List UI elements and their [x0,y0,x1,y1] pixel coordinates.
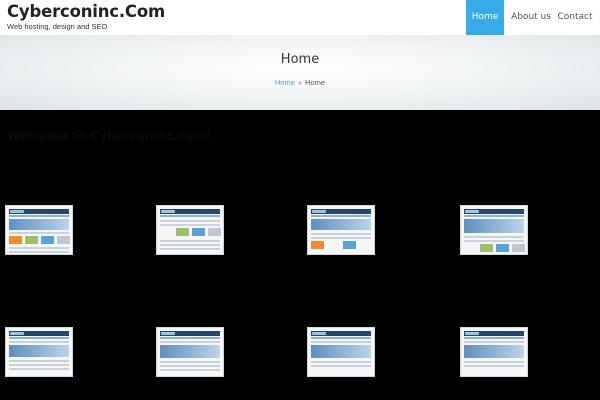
breadcrumb-current: Home [305,78,326,87]
breadcrumb-separator: » [297,78,303,87]
website-screenshot-thumbnail[interactable] [156,205,224,255]
main-content: Welcome to Cyberconinc.com! [0,110,600,400]
breadcrumb-home-link[interactable]: Home [275,78,295,87]
main-nav: Home About us Contact [466,0,600,35]
portfolio-grid [0,110,600,400]
website-screenshot-thumbnail[interactable] [460,205,528,255]
website-screenshot-thumbnail[interactable] [460,327,528,377]
website-screenshot-thumbnail[interactable] [5,327,73,377]
nav-item-about-us[interactable]: About us [506,0,556,35]
website-screenshot-thumbnail[interactable] [307,205,375,255]
portfolio-item [307,327,452,383]
portfolio-item [5,327,150,383]
brand: Cyberconinc.Com Web hosting, design and … [7,2,165,32]
site-header: Cyberconinc.Com Web hosting, design and … [0,0,600,35]
website-screenshot-thumbnail[interactable] [156,327,224,377]
nav-item-contact[interactable]: Contact [556,0,594,35]
portfolio-item [156,205,301,261]
portfolio-item [5,205,150,261]
portfolio-item [307,205,452,261]
portfolio-item [156,327,301,383]
nav-item-home[interactable]: Home [466,0,504,35]
portfolio-item [460,205,600,261]
site-title[interactable]: Cyberconinc.Com [7,2,165,22]
breadcrumb: Home» Home [0,78,600,87]
page-title: Home [280,52,320,67]
portfolio-item [460,327,600,383]
page-hero: Home Home» Home [0,35,600,110]
website-screenshot-thumbnail[interactable] [5,205,73,255]
website-screenshot-thumbnail[interactable] [307,327,375,377]
site-tagline: Web hosting, design and SEO [7,22,108,31]
